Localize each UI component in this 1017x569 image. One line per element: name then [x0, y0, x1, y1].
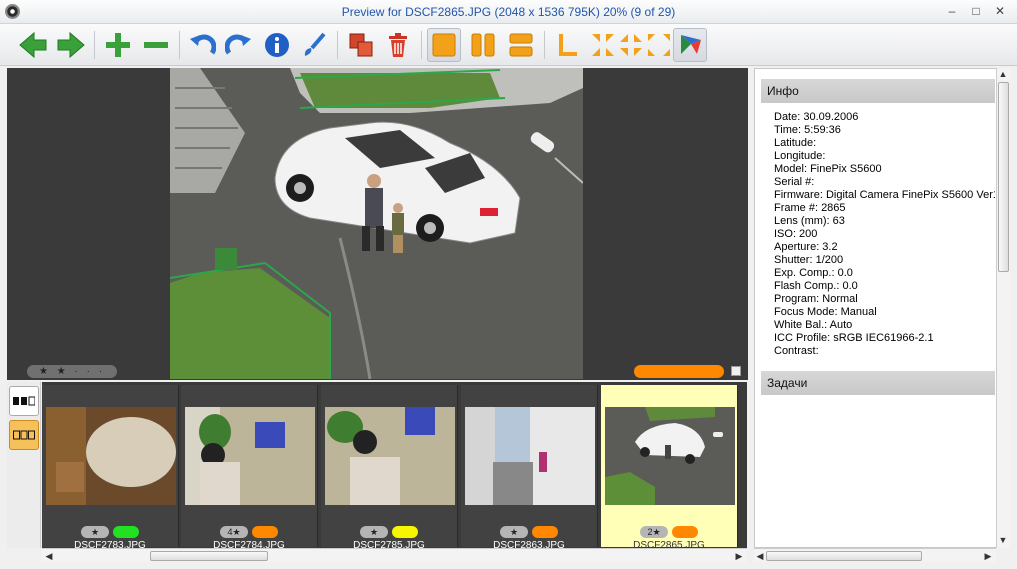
- view-mode-panel: [7, 382, 41, 548]
- thumbnail-color-label[interactable]: [392, 526, 418, 538]
- color-label-bar[interactable]: [634, 365, 724, 378]
- thumbnail-image[interactable]: [605, 407, 735, 505]
- thumbnail-color-label[interactable]: [252, 526, 278, 538]
- delete-trash-icon[interactable]: [381, 28, 415, 62]
- info-line: Date: 30.09.2006: [774, 111, 859, 123]
- info-line: Shutter: 1/200: [774, 254, 844, 266]
- main-photo[interactable]: [170, 68, 583, 379]
- thumbnail-image[interactable]: [46, 407, 176, 505]
- thumbnail-rating[interactable]: ★: [500, 526, 528, 538]
- vscroll-thumb[interactable]: [998, 82, 1009, 272]
- info-line: Time: 5:59:36: [774, 124, 841, 136]
- scroll-left-icon[interactable]: ◀: [754, 550, 766, 562]
- side-panel-vscrollbar[interactable]: ▲ ▼: [996, 68, 1010, 548]
- thumbnail-rating[interactable]: ★: [360, 526, 388, 538]
- copy-icon[interactable]: [344, 28, 378, 62]
- info-line: ICC Profile: sRGB IEC61966-2.1: [774, 332, 934, 344]
- info-line: Program: Normal: [774, 293, 858, 305]
- thumbnail-item[interactable]: ★ DSCF2785.JPG: [321, 385, 458, 551]
- info-line: Frame #: 2865: [774, 202, 846, 214]
- view-mode-thumbnails-button[interactable]: [9, 420, 39, 450]
- info-line: Serial #:: [774, 176, 815, 188]
- thumbnail-image[interactable]: [465, 407, 595, 505]
- color-tool-icon[interactable]: [673, 28, 707, 62]
- info-line: ISO: 200: [774, 228, 818, 240]
- minimize-button[interactable]: –: [944, 4, 960, 18]
- scrollbar-thumb[interactable]: [150, 551, 268, 561]
- thumbnail-scrollbar[interactable]: ◀ ▶: [42, 548, 747, 562]
- thumbnail-item[interactable]: 4★ DSCF2784.JPG: [181, 385, 318, 551]
- close-button[interactable]: ✕: [992, 4, 1008, 18]
- info-line: Flash Comp.: 0.0: [774, 280, 858, 292]
- thumbnail-rating[interactable]: ★: [81, 526, 109, 538]
- zoom-in-plus-icon[interactable]: [101, 28, 135, 62]
- thumbnail-strip: ★ DSCF2783.JPG 4★ DSCF2784.JPG ★ DSCF278…: [42, 382, 747, 551]
- thumbnail-item-selected[interactable]: 2★ DSCF2865.JPG: [601, 385, 738, 551]
- thumbnail-rating[interactable]: 4★: [220, 526, 248, 538]
- info-content: Date: 30.09.2006 Time: 5:59:36 Latitude:…: [761, 107, 995, 365]
- scroll-left-icon[interactable]: ◀: [43, 550, 55, 562]
- image-viewer[interactable]: ★ ★ · · ·: [7, 68, 748, 380]
- toggle-checkbox[interactable]: [731, 366, 741, 376]
- split-vertical-icon[interactable]: [466, 28, 500, 62]
- info-line: Latitude:: [774, 137, 817, 149]
- thumbnail-color-label[interactable]: [672, 526, 698, 538]
- tasks-header[interactable]: Задачи: [761, 371, 995, 395]
- thumbnail-color-label[interactable]: [113, 526, 139, 538]
- info-header[interactable]: Инфо: [761, 79, 995, 103]
- scroll-down-icon[interactable]: ▼: [997, 534, 1009, 546]
- side-panel-hscrollbar[interactable]: ◀ ▶: [754, 548, 996, 562]
- info-icon[interactable]: [260, 28, 294, 62]
- edit-brush-icon[interactable]: [297, 28, 331, 62]
- forward-arrow-icon[interactable]: [54, 28, 88, 62]
- thumbnail-item[interactable]: ★ DSCF2783.JPG: [42, 385, 179, 551]
- thumbnail-image[interactable]: [185, 407, 315, 505]
- info-line: Longitude:: [774, 150, 826, 162]
- thumbnail-rating[interactable]: 2★: [640, 526, 668, 538]
- rotate-left-icon[interactable]: [185, 28, 219, 62]
- info-line: Aperture: 3.2: [774, 241, 838, 253]
- scroll-up-icon[interactable]: ▲: [997, 68, 1009, 80]
- split-horizontal-icon[interactable]: [504, 28, 538, 62]
- crop-corner-icon[interactable]: [550, 28, 584, 62]
- side-panel: Инфо Date: 30.09.2006 Time: 5:59:36 Lati…: [754, 68, 1010, 548]
- thumbnail-color-label[interactable]: [532, 526, 558, 538]
- info-line: Model: FinePix S5600: [774, 163, 882, 175]
- rotate-right-icon[interactable]: [222, 28, 256, 62]
- thumbnail-image[interactable]: [325, 407, 455, 505]
- view-mode-filmstrip-button[interactable]: [9, 386, 39, 416]
- maximize-button[interactable]: □: [968, 4, 984, 18]
- window-title: Preview for DSCF2865.JPG (2048 x 1536 79…: [341, 5, 676, 19]
- toolbar: [0, 24, 1017, 66]
- info-line: Firmware: Digital Camera FinePix S5600 V…: [774, 189, 995, 201]
- tasks-content: [761, 395, 995, 545]
- scroll-right-icon[interactable]: ▶: [733, 550, 745, 562]
- info-line: Exp. Comp.: 0.0: [774, 267, 853, 279]
- hscroll-thumb[interactable]: [766, 551, 922, 561]
- back-arrow-icon[interactable]: [16, 28, 50, 62]
- info-line: White Bal.: Auto: [774, 319, 853, 331]
- single-view-icon[interactable]: [427, 28, 461, 62]
- rating-stars[interactable]: ★ ★ · · ·: [27, 365, 117, 378]
- actual-size-icon[interactable]: [642, 28, 676, 62]
- info-line: Contrast:: [774, 345, 819, 357]
- thumbnail-item[interactable]: ★ DSCF2863.JPG: [461, 385, 598, 551]
- info-line: Focus Mode: Manual: [774, 306, 877, 318]
- zoom-out-minus-icon[interactable]: [139, 28, 173, 62]
- scroll-right-icon[interactable]: ▶: [982, 550, 994, 562]
- info-line: Lens (mm): 63: [774, 215, 845, 227]
- title-bar: Preview for DSCF2865.JPG (2048 x 1536 79…: [0, 0, 1017, 24]
